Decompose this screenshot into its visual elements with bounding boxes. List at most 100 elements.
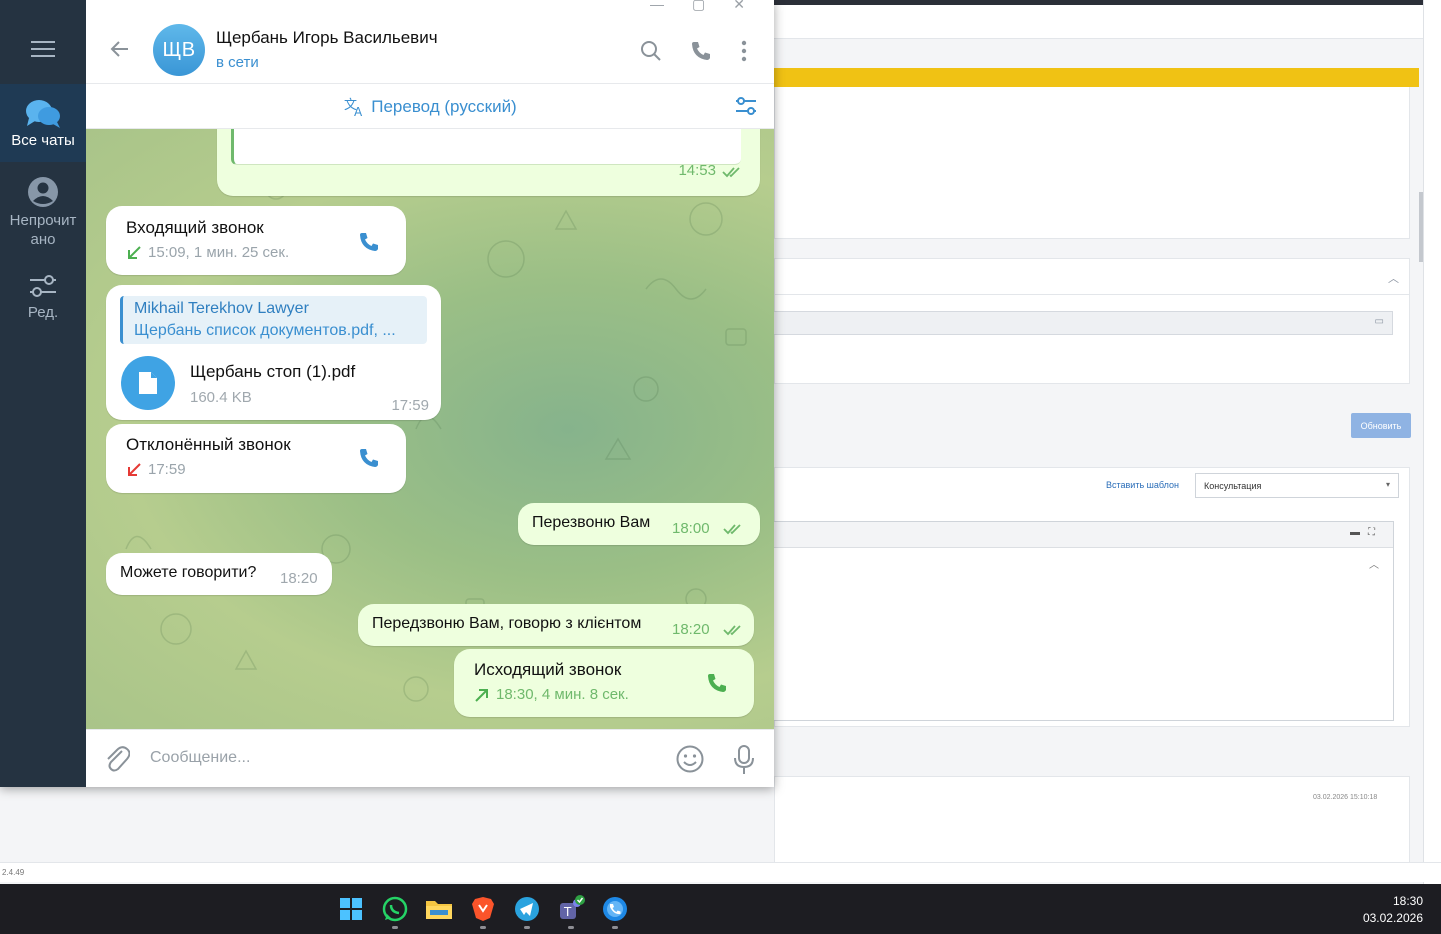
file-size: 160.4 KB: [190, 389, 252, 406]
file-message-bubble[interactable]: Mikhail Terekhov Lawyer Щербань список д…: [106, 285, 441, 420]
collapse-icon[interactable]: ︿: [1388, 270, 1399, 286]
chat-header: ЩВ Щербань Игорь Васильевич в сети: [86, 14, 774, 84]
translate-icon: 文 A: [344, 98, 363, 118]
phone-call-icon[interactable]: [689, 39, 713, 63]
call-bubble-outgoing[interactable]: Исходящий звонок 18:30, 4 мин. 8 сек.: [454, 649, 754, 717]
editor-toolbar-icons[interactable]: ▬⛶: [1350, 527, 1383, 538]
message-time: 18:20: [280, 570, 318, 587]
crm-text-editor[interactable]: ▬⛶ ︿: [774, 521, 1394, 721]
calendar-icon[interactable]: ▭: [1375, 316, 1384, 327]
message-composer: Сообщение...: [86, 729, 774, 787]
incoming-arrow-icon: [128, 245, 141, 259]
telegram-window: — ▢ ✕ Все чаты Непрочит ано Ред. ЩВ Щерб…: [0, 0, 774, 787]
call-title: Входящий звонок: [126, 218, 264, 237]
call-back-icon[interactable]: [357, 446, 381, 470]
crm-history-panel: [774, 776, 1410, 866]
emoji-icon[interactable]: [675, 744, 705, 774]
template-select-value: Консультация: [1204, 481, 1262, 491]
message-bubble-incoming[interactable]: Можете говорити? 18:20: [106, 553, 332, 595]
folder-label-unread-line2: ано: [30, 231, 56, 248]
reply-text: Щербань список документов.pdf, ...: [134, 322, 396, 339]
reply-preview[interactable]: Mikhail Terekhov Lawyer Щербань список д…: [120, 296, 427, 344]
attach-icon[interactable]: [102, 744, 130, 774]
double-check-icon: [722, 167, 740, 178]
call-details: 17:59: [126, 461, 186, 478]
minimize-icon[interactable]: —: [650, 0, 664, 13]
call-details: 15:09, 1 мин. 25 сек.: [126, 244, 289, 261]
message-text: Перезвоню Вам: [532, 514, 651, 531]
message-text: Передзвоню Вам, говорю з клієнтом: [372, 615, 642, 632]
taskbar: T 18:30 03.02.2026: [0, 884, 1441, 934]
taskbar-file-explorer[interactable]: [424, 894, 454, 924]
message-bubble-outgoing[interactable]: 14:53: [217, 129, 760, 196]
folder-all-chats[interactable]: Все чаты: [0, 84, 86, 162]
insert-template-link[interactable]: Вставить шаблон: [1106, 480, 1179, 490]
crm-panel-header: ︿: [775, 259, 1409, 295]
translate-bar[interactable]: 文 A Перевод (русский): [86, 84, 774, 129]
taskbar-whatsapp[interactable]: [380, 894, 410, 924]
taskbar-brave[interactable]: [468, 894, 498, 924]
teams-icon: T: [560, 895, 585, 919]
double-check-icon: [723, 625, 741, 636]
folders-sidebar: Все чаты Непрочит ано Ред.: [0, 0, 86, 787]
brave-icon: [472, 897, 494, 921]
running-indicator: [568, 926, 574, 929]
crm-date-input[interactable]: ▭: [774, 311, 1393, 335]
message-time: 17:59: [391, 397, 429, 414]
crm-footer: 2.4.49: [0, 862, 1441, 882]
folder-label-edit: Ред.: [27, 304, 59, 321]
close-icon[interactable]: ✕: [733, 0, 745, 13]
call-bubble-incoming[interactable]: Входящий звонок 15:09, 1 мин. 25 сек.: [106, 206, 406, 275]
document-icon: [139, 372, 157, 394]
start-button[interactable]: [336, 894, 366, 924]
menu-button[interactable]: [0, 14, 86, 84]
microphone-icon[interactable]: [732, 744, 756, 776]
message-bubble-outgoing[interactable]: Перезвоню Вам 18:00: [518, 503, 760, 545]
call-back-icon[interactable]: [705, 671, 729, 695]
system-clock[interactable]: 18:30 03.02.2026: [1363, 893, 1423, 927]
message-input[interactable]: Сообщение...: [150, 749, 250, 767]
message-bubble-outgoing[interactable]: Передзвоню Вам, говорю з клієнтом 18:20: [358, 604, 754, 646]
translate-settings-icon[interactable]: [734, 95, 758, 117]
messages-area[interactable]: 14:53 Входящий звонок 15:09, 1 мин. 25 с…: [86, 129, 774, 729]
call-details: 18:30, 4 мин. 8 сек.: [474, 686, 629, 703]
taskbar-telegram[interactable]: [512, 894, 542, 924]
folder-edit[interactable]: Ред.: [0, 270, 86, 330]
taskbar-phone[interactable]: [600, 894, 630, 924]
template-select[interactable]: Консультация ▾: [1195, 473, 1399, 498]
reply-author: Mikhail Terekhov Lawyer: [134, 300, 309, 317]
call-title: Отклонённый звонок: [126, 435, 291, 454]
crm-header: [774, 5, 1423, 39]
avatar[interactable]: ЩВ: [153, 24, 205, 76]
back-arrow-icon[interactable]: [108, 37, 132, 61]
maximize-icon[interactable]: ▢: [692, 0, 705, 13]
translate-button[interactable]: 文 A Перевод (русский): [86, 96, 774, 118]
declined-arrow-icon: [128, 462, 141, 476]
version-label: 2.4.49: [2, 868, 25, 877]
clock-date: 03.02.2026: [1362, 911, 1423, 925]
chevron-down-icon: ▾: [1385, 480, 1390, 489]
call-bubble-declined[interactable]: Отклонённый звонок 17:59: [106, 424, 406, 493]
contact-name[interactable]: Щербань Игорь Васильевич: [216, 28, 438, 48]
call-back-icon[interactable]: [357, 230, 381, 254]
folder-icon: [426, 901, 452, 919]
crm-scrollbar-thumb[interactable]: [1419, 192, 1423, 262]
window-controls: — ▢ ✕: [650, 0, 745, 13]
telegram-icon: [515, 897, 539, 921]
folder-label-unread-line1: Непрочит: [9, 212, 77, 229]
update-button[interactable]: Обновить: [1351, 413, 1411, 438]
svg-text:A: A: [354, 105, 363, 118]
taskbar-teams[interactable]: T: [556, 894, 586, 924]
search-icon[interactable]: [639, 39, 663, 63]
windows-icon: [340, 898, 362, 920]
sliders-icon: [30, 275, 56, 297]
crm-scrollbar-track[interactable]: [1423, 0, 1441, 884]
folder-unread[interactable]: Непрочит ано: [0, 172, 86, 256]
call-title: Исходящий звонок: [474, 660, 622, 679]
message-time: 18:20: [672, 621, 710, 638]
file-download-button[interactable]: [121, 356, 175, 410]
svg-text:T: T: [563, 905, 572, 919]
more-vertical-icon[interactable]: [734, 39, 754, 63]
history-timestamp: 03.02.2026 15:10:18: [1313, 794, 1378, 801]
chevron-up-icon[interactable]: ︿: [1369, 556, 1379, 571]
